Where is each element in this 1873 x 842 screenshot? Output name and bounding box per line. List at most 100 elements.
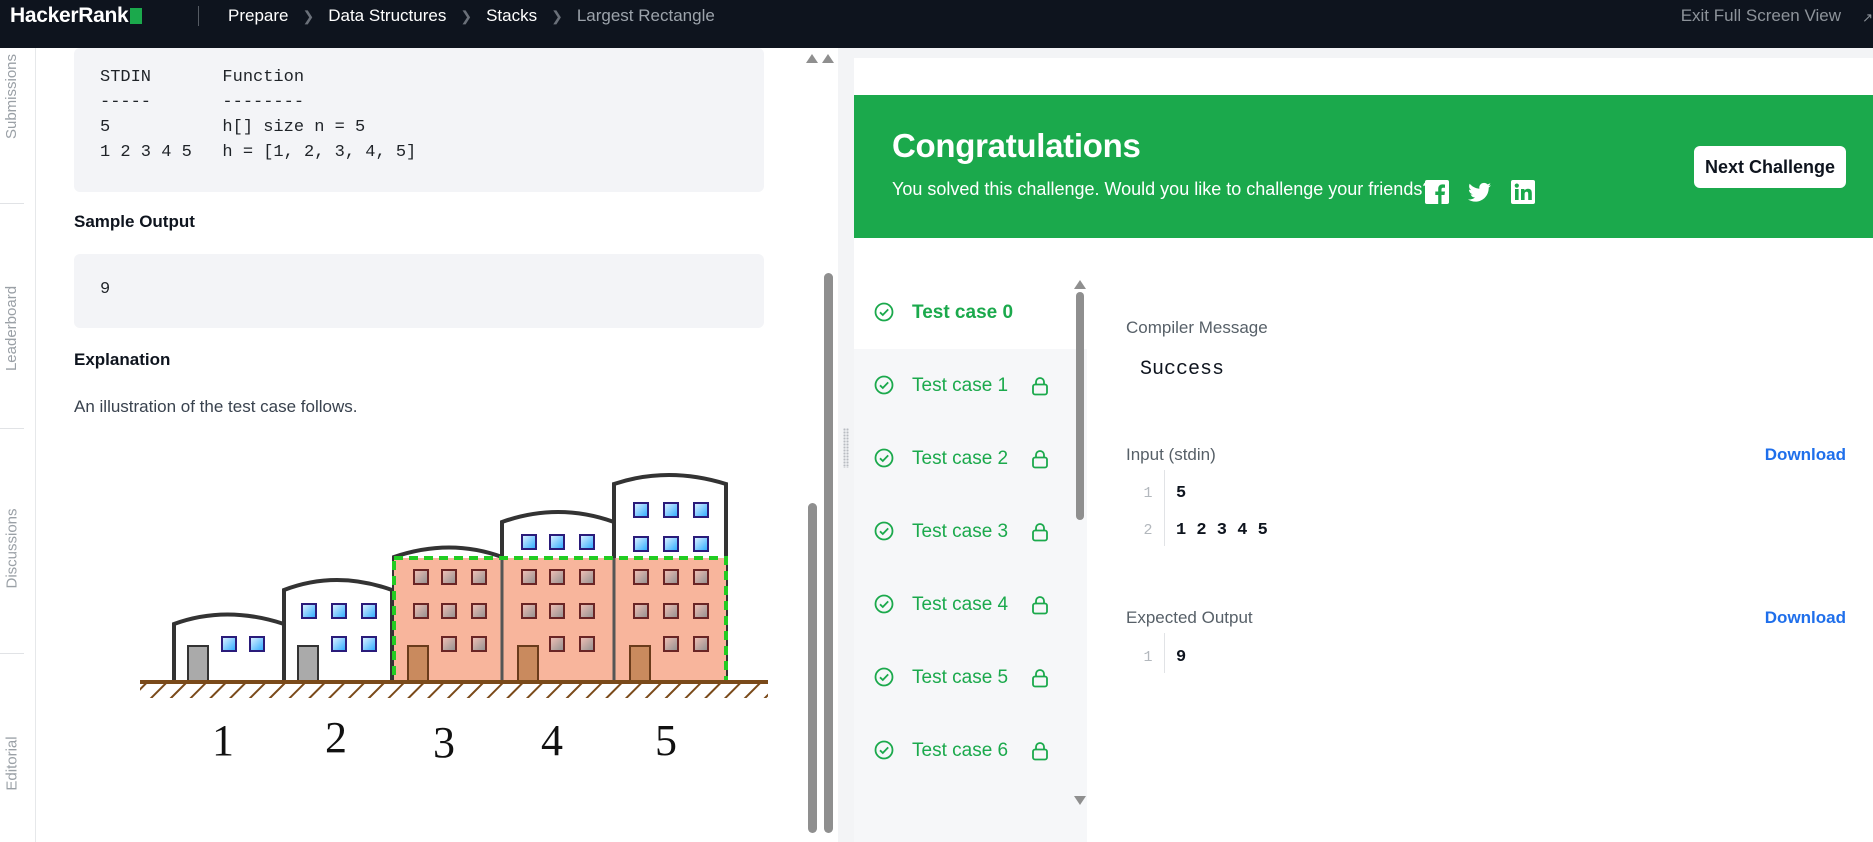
lock-icon: [1032, 596, 1048, 615]
tab-discussions[interactable]: Discussions: [0, 468, 24, 628]
breadcrumb-data-structures[interactable]: Data Structures: [328, 6, 446, 26]
building-label-2: 2: [325, 713, 347, 762]
collapse-arrow-icon[interactable]: ↗: [1862, 10, 1873, 26]
testcase-item[interactable]: Test case 6: [854, 714, 1087, 787]
compiler-message: Success: [1140, 358, 1225, 381]
congratulations-message: You solved this challenge. Would you lik…: [892, 179, 1433, 199]
pane-top-shadow: [854, 48, 1873, 58]
sample-input-block: STDIN Function ----- -------- 5 h[] size…: [74, 48, 764, 192]
testcase-label: Test case 5: [912, 666, 1009, 688]
expected-line: 9: [1176, 648, 1187, 667]
breadcrumb-current-challenge: Largest Rectangle: [576, 6, 715, 25]
testcase-label: Test case 3: [912, 520, 1009, 542]
scrollbar-thumb[interactable]: [1076, 292, 1084, 520]
testcase-item[interactable]: Test case 4: [854, 568, 1087, 641]
lock-icon: [1032, 450, 1048, 469]
tab-submissions[interactable]: Submissions: [0, 48, 24, 144]
tab-editorial-label: Editorial: [3, 735, 21, 791]
code-line: 5 h[] size n = 5: [100, 118, 366, 137]
check-circle-icon: [874, 594, 894, 614]
check-circle-icon: [874, 740, 894, 760]
scrollbar-thumb[interactable]: [808, 503, 817, 833]
input-line: 5: [1176, 484, 1187, 503]
compiler-message-label: Compiler Message: [1126, 318, 1268, 337]
chevron-right-icon: ❯: [302, 7, 315, 24]
testcase-label: Test case 2: [912, 447, 1009, 469]
exit-fullscreen-link[interactable]: Exit Full Screen View: [1681, 0, 1841, 32]
tab-editorial[interactable]: Editorial: [0, 698, 24, 828]
line-gutter: [1164, 470, 1165, 546]
download-input-link[interactable]: Download: [1765, 445, 1846, 465]
code-line: 1 2 3 4 5 h = [1, 2, 3, 4, 5]: [100, 143, 417, 162]
breadcrumb-prepare[interactable]: Prepare: [228, 6, 288, 26]
testcase-item[interactable]: Test case 5: [854, 641, 1087, 714]
congratulations-banner: Congratulations You solved this challeng…: [854, 95, 1873, 238]
explanation-heading: Explanation: [74, 350, 171, 369]
check-circle-icon: [874, 448, 894, 468]
sample-output-block: 9: [74, 254, 764, 328]
problem-pane-scrollbar[interactable]: [806, 48, 834, 842]
testcase-item[interactable]: Test case 1: [854, 349, 1087, 422]
scroll-up-arrow-icon[interactable]: [806, 54, 818, 63]
code-line: STDIN Function: [100, 68, 305, 87]
congratulations-title: Congratulations: [892, 127, 1141, 164]
rail-divider: [0, 653, 24, 654]
chevron-right-icon: ❯: [551, 7, 563, 24]
testcase-label: Test case 0: [912, 301, 1014, 323]
drag-grip-icon[interactable]: [843, 428, 849, 468]
linkedin-icon[interactable]: [1510, 179, 1536, 205]
building-label-1: 1: [212, 716, 234, 765]
building-label-5: 5: [655, 716, 677, 765]
code-line: 9: [100, 280, 111, 299]
lock-icon: [1032, 742, 1048, 761]
logo-text: HackerRank: [10, 4, 129, 27]
check-circle-icon: [874, 667, 894, 687]
building-label-3: 3: [433, 718, 455, 767]
download-expected-link[interactable]: Download: [1765, 608, 1846, 628]
testcase-label: Test case 6: [912, 739, 1009, 761]
problem-statement-pane: STDIN Function ----- -------- 5 h[] size…: [36, 48, 800, 842]
breadcrumb: Prepare ❯ Data Structures ❯ Stacks ❯ Lar…: [228, 0, 715, 32]
scroll-up-arrow-icon[interactable]: [822, 54, 834, 63]
input-line: 1 2 3 4 5: [1176, 521, 1268, 540]
pane-resize-handle[interactable]: [838, 48, 854, 842]
line-number: 1: [1143, 485, 1153, 502]
rail-divider: [0, 203, 24, 204]
expected-output-label: Expected Output: [1126, 608, 1253, 627]
testcase-list-scrollbar[interactable]: [1074, 280, 1086, 810]
tab-leaderboard[interactable]: Leaderboard: [0, 248, 24, 408]
sample-output-heading: Sample Output: [74, 212, 195, 231]
next-challenge-button[interactable]: Next Challenge: [1694, 146, 1846, 188]
scroll-down-arrow-icon[interactable]: [1074, 796, 1086, 805]
line-number: 1: [1143, 649, 1153, 666]
twitter-icon[interactable]: [1467, 179, 1493, 205]
scroll-up-arrow-icon[interactable]: [1074, 280, 1086, 289]
scrollbar-thumb[interactable]: [824, 273, 833, 833]
testcase-item[interactable]: Test case 2: [854, 422, 1087, 495]
line-number: 2: [1143, 522, 1153, 539]
lock-icon: [1032, 377, 1048, 396]
breadcrumb-stacks[interactable]: Stacks: [486, 6, 537, 26]
side-tab-rail: Submissions Leaderboard Discussions Edit…: [0, 48, 36, 842]
results-pane: Congratulations You solved this challeng…: [854, 48, 1873, 842]
lock-icon: [1032, 523, 1048, 542]
testcase-label: Test case 4: [912, 593, 1009, 615]
topbar-divider: [198, 6, 199, 26]
tab-discussions-label: Discussions: [3, 507, 21, 589]
line-gutter: [1164, 633, 1165, 673]
testcase-list: Test case 0 Test case 1 Test case 2 Test…: [854, 276, 1087, 842]
top-navigation-bar: HackerRank Prepare ❯ Data Structures ❯ S…: [0, 0, 1873, 48]
lock-icon: [1032, 669, 1048, 688]
check-circle-icon: [874, 521, 894, 541]
testcase-item[interactable]: Test case 0: [854, 276, 1087, 349]
input-label: Input (stdin): [1126, 445, 1216, 464]
building-label-4: 4: [541, 716, 563, 765]
tab-leaderboard-label: Leaderboard: [3, 285, 21, 371]
hackerrank-logo[interactable]: HackerRank: [10, 0, 143, 32]
chevron-right-icon: ❯: [460, 7, 473, 24]
code-line: ----- --------: [100, 93, 305, 112]
check-circle-icon: [874, 302, 894, 322]
facebook-icon[interactable]: [1424, 179, 1450, 205]
check-circle-icon: [874, 375, 894, 395]
testcase-item[interactable]: Test case 3: [854, 495, 1087, 568]
